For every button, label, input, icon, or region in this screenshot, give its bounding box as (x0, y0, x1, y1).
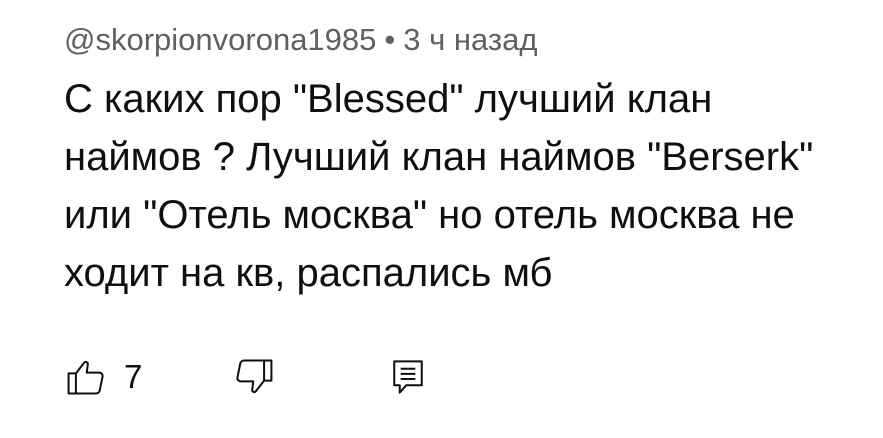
comment-text: С каких пор "Blessed" лучший клан наймов… (64, 70, 864, 302)
comment-actions: 7 (64, 352, 844, 402)
like-count: 7 (124, 358, 143, 395)
comment-author[interactable]: @skorpionvorona1985 (64, 22, 376, 57)
comment-time: 3 ч назад (403, 22, 538, 57)
comment-text-line: С каких пор "Blessed" лучший клан (64, 77, 713, 121)
comment: @skorpionvorona1985 • 3 ч назад С каких по… (0, 0, 883, 438)
reply-button[interactable] (386, 352, 430, 402)
dislike-button[interactable] (232, 352, 276, 402)
comment-text-line: или "Отель москва" но отель москва не (64, 193, 795, 237)
comment-header: @skorpionvorona1985 • 3 ч назад (64, 20, 537, 60)
thumb-down-icon (232, 355, 276, 399)
reply-comment-icon (386, 355, 430, 399)
meta-separator: • (384, 22, 396, 57)
comment-text-line: наймов ? Лучший клан наймов "Berserk" (64, 135, 814, 179)
like-button[interactable]: 7 (64, 352, 142, 402)
comment-text-line: ходит на кв, распались мб (64, 251, 553, 295)
thumb-up-icon (64, 355, 108, 399)
